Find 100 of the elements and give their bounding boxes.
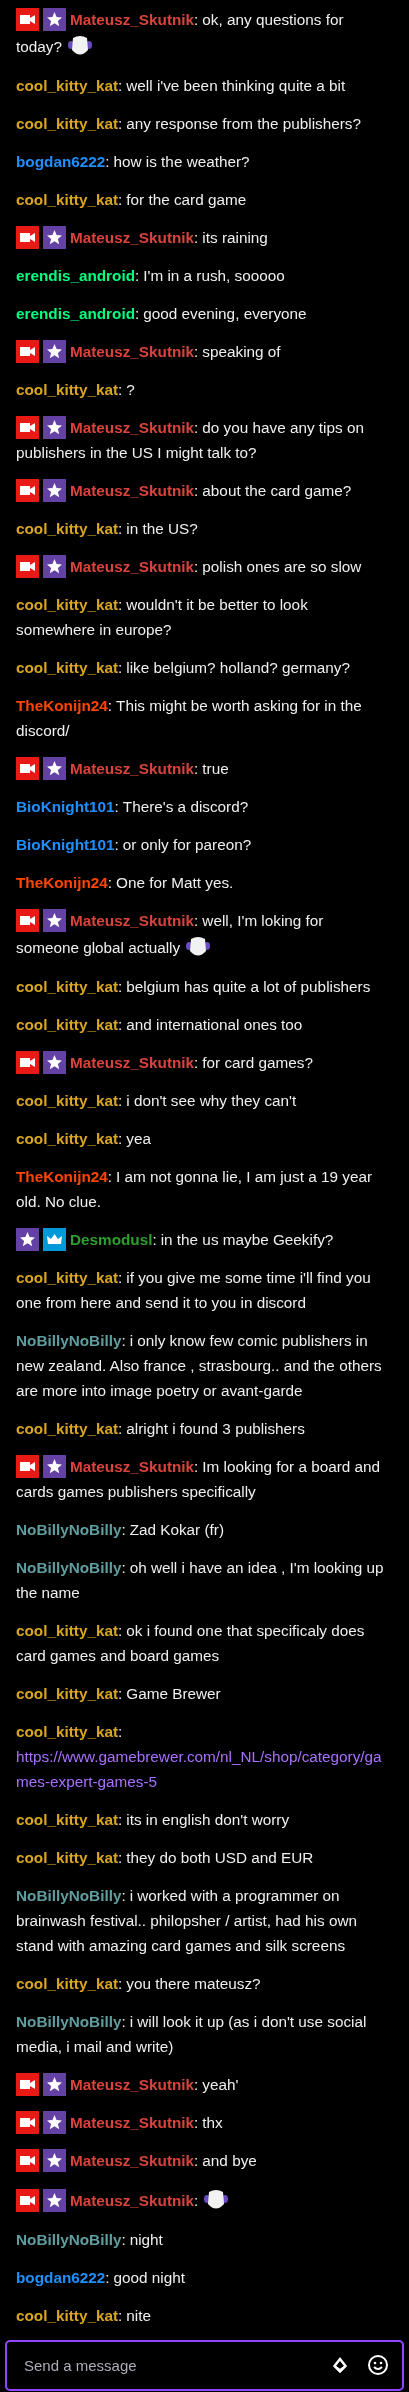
message-text: in the US?	[126, 519, 198, 537]
colon: :	[194, 2151, 199, 2169]
message-text: ok, any questions for	[202, 10, 344, 28]
colon: :	[194, 2191, 199, 2209]
message-text: i worked with a programmer on	[129, 1886, 340, 1904]
message-text: like belgium? holland? germany?	[126, 658, 350, 676]
username[interactable]: TheKonijn24	[16, 1167, 108, 1185]
message-text: oh well i have an idea , I'm looking up	[129, 1558, 384, 1576]
message-text: if you give me some time i'll find you	[126, 1268, 371, 1286]
message-text: thx	[202, 2113, 223, 2131]
link[interactable]: https://www.gamebrewer.com/nl_NL/shop/category/games-expert-games-5	[16, 1743, 389, 1794]
message-text: I am not gonna lie, I am just a 19 year	[116, 1167, 372, 1185]
colon: :	[107, 873, 113, 891]
message-text: alright i found 3 publishers	[126, 1419, 305, 1437]
colon: :	[194, 10, 199, 28]
colon: :	[121, 2012, 126, 2030]
colon: :	[118, 658, 123, 676]
message-text: nite	[126, 2306, 151, 2324]
message-text: how is the weather?	[113, 152, 250, 170]
message-text: the name	[16, 1583, 80, 1601]
colon: :	[135, 266, 140, 284]
camera-icon	[16, 756, 39, 780]
message-text: yeah'	[202, 2075, 239, 2093]
message-text: Zad Kokar (fr)	[129, 1520, 224, 1538]
username[interactable]: NoBillyNoBilly	[16, 2230, 122, 2248]
username[interactable]: BioKnight101	[16, 835, 115, 853]
smiley-icon[interactable]	[366, 2353, 390, 2377]
colon: :	[118, 380, 123, 398]
colon: :	[118, 76, 123, 94]
message-text: Game Brewer	[126, 1684, 221, 1702]
message-text: today?	[16, 37, 62, 55]
username[interactable]: Desmodusl	[70, 1230, 153, 1248]
message-text: i will look it up (as i don't use social	[129, 2012, 367, 2030]
colon: :	[194, 481, 199, 499]
colon: :	[194, 342, 199, 360]
camera-icon	[16, 1454, 39, 1478]
camera-icon	[16, 7, 39, 31]
colon: :	[121, 1520, 126, 1538]
username[interactable]: NoBillyNoBilly	[16, 1886, 122, 1904]
camera-icon	[16, 2072, 39, 2096]
camera-icon	[16, 478, 39, 502]
message-text: One for Matt yes.	[116, 873, 234, 891]
camera-icon	[16, 2188, 39, 2212]
message-text: for the card game	[126, 190, 247, 208]
colon: :	[118, 595, 123, 613]
message-text: brainwash festival.. philopsher / artist, had his own	[16, 1911, 357, 1929]
colon: :	[135, 304, 140, 322]
colon: :	[118, 519, 123, 537]
colon: :	[194, 228, 199, 246]
username[interactable]: erendis_android	[16, 266, 135, 284]
message-text: wouldn't it be better to look	[126, 595, 308, 613]
username[interactable]: BioKnight101	[16, 797, 115, 815]
message-text: for card games?	[202, 1053, 313, 1071]
message-text: and international ones too	[126, 1015, 303, 1033]
message-text: do you have any tips on	[202, 418, 364, 436]
message-text: i only know few comic publishers in	[129, 1331, 368, 1349]
message-text: any response from the publishers?	[126, 114, 361, 132]
colon: :	[194, 1053, 199, 1071]
colon: :	[105, 2268, 110, 2286]
colon: :	[121, 1886, 126, 1904]
camera-icon	[16, 2148, 39, 2172]
colon: :	[114, 797, 119, 815]
message-input[interactable]: Send a message	[5, 2340, 404, 2391]
colon: :	[194, 2113, 199, 2131]
camera-icon	[16, 415, 39, 439]
username[interactable]: NoBillyNoBilly	[16, 1558, 122, 1576]
colon: :	[118, 1722, 123, 1740]
username[interactable]: erendis_android	[16, 304, 135, 322]
username[interactable]: NoBillyNoBilly	[16, 1520, 122, 1538]
message-text: There's a discord?	[122, 797, 249, 815]
colon: :	[118, 1091, 123, 1109]
camera-icon	[16, 2110, 39, 2134]
colon: :	[121, 1331, 126, 1349]
message-text: media, i mail and write)	[16, 2037, 174, 2055]
colon: :	[118, 1419, 123, 1437]
colon: :	[118, 1684, 123, 1702]
message-text: true	[202, 759, 229, 777]
username[interactable]: TheKonijn24	[16, 696, 108, 714]
message-text: ok i found one that specificaly does	[126, 1621, 365, 1639]
colon: :	[107, 696, 113, 714]
colon: :	[194, 1457, 199, 1475]
message-text: they do both USD and EUR	[126, 1848, 314, 1866]
message-text: stand with amazing card games and silk screens	[16, 1936, 346, 1954]
message-text: I'm in a rush, sooooo	[143, 266, 285, 284]
message-text: ?	[126, 380, 135, 398]
username[interactable]: NoBillyNoBilly	[16, 1331, 122, 1349]
colon: :	[118, 114, 123, 132]
message-text: publishers in the US I might talk to?	[16, 443, 257, 461]
colon: :	[118, 1848, 123, 1866]
crown-icon	[43, 1227, 66, 1251]
message-text: discord/	[16, 721, 70, 739]
message-text: its raining	[202, 228, 268, 246]
username[interactable]: TheKonijn24	[16, 873, 108, 891]
camera-icon	[16, 225, 39, 249]
username[interactable]: NoBillyNoBilly	[16, 2012, 122, 2030]
colon: :	[118, 1268, 123, 1286]
colon: :	[152, 1230, 157, 1248]
message-text: belgium has quite a lot of publishers	[126, 977, 371, 995]
camera-icon	[16, 339, 39, 363]
message-text: one from here and send it to you in discord	[16, 1293, 306, 1311]
